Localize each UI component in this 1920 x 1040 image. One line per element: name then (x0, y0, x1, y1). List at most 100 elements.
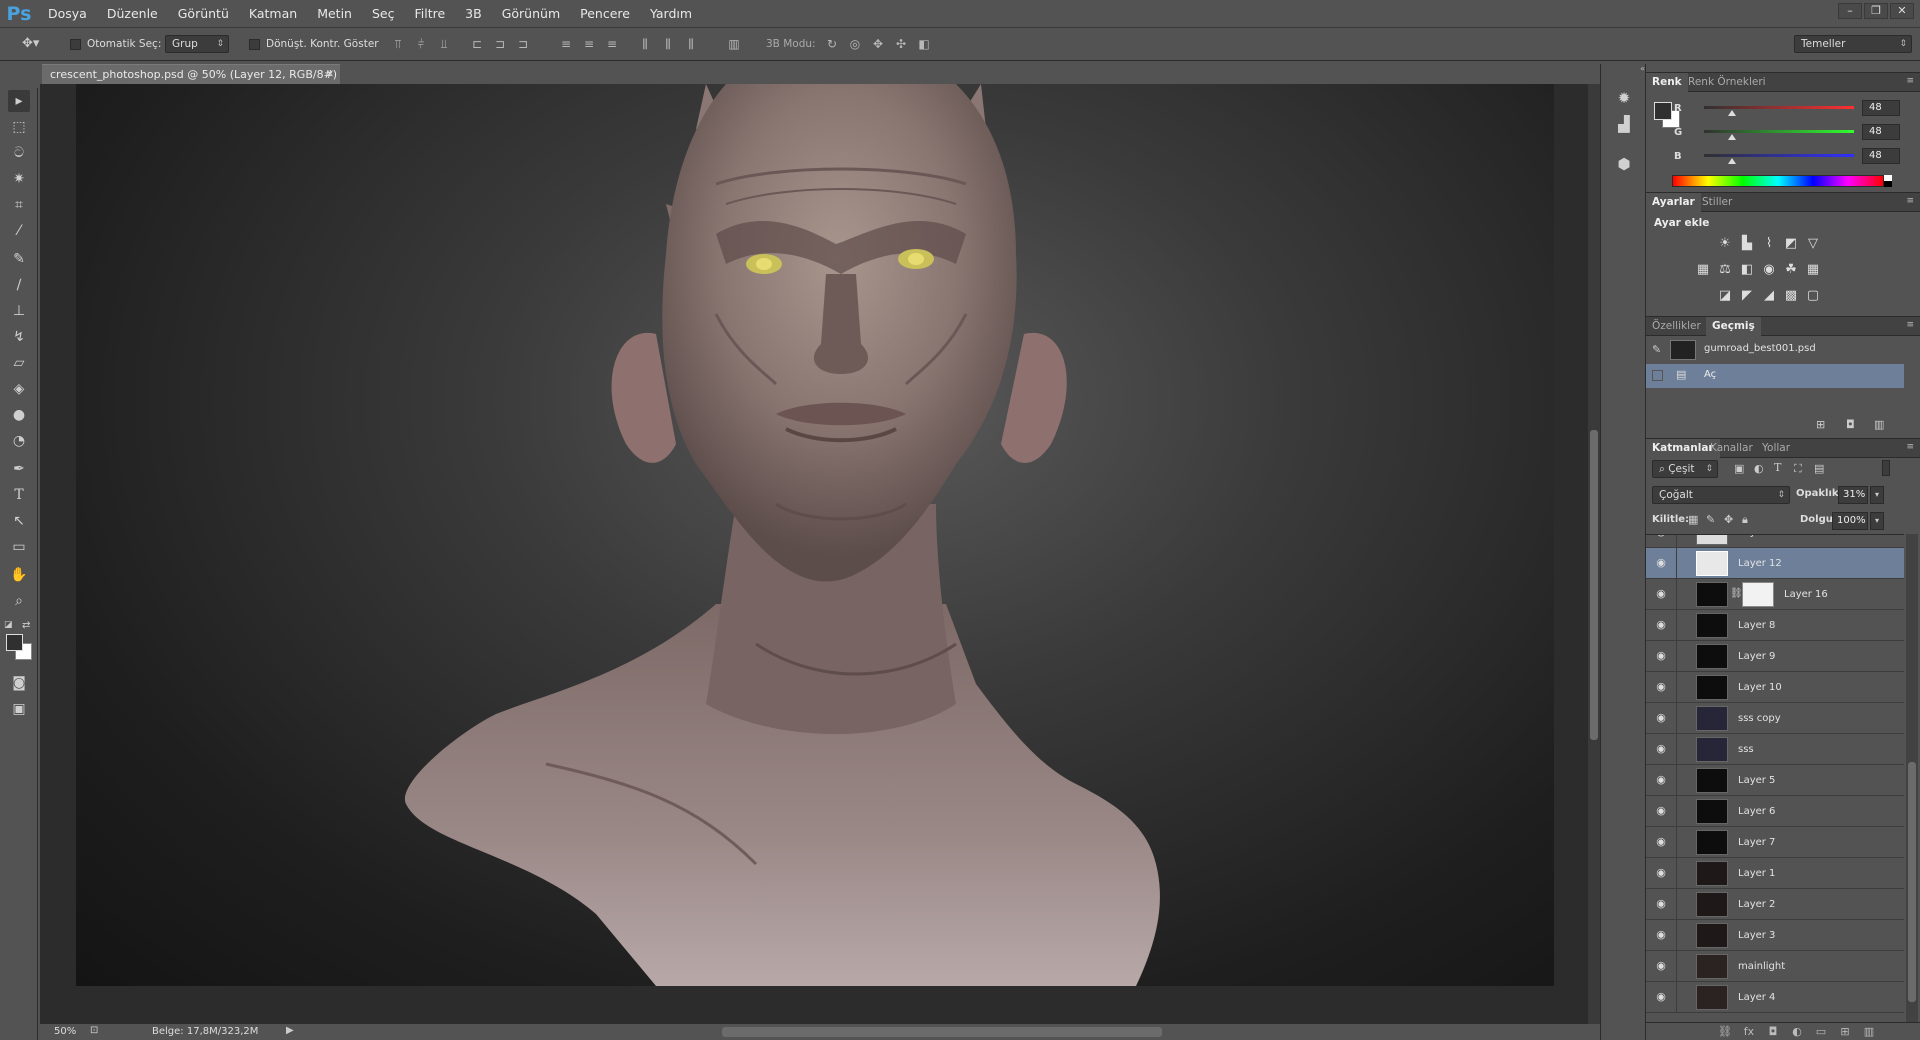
green-slider-thumb[interactable] (1728, 134, 1737, 140)
menu-3d[interactable]: 3B (455, 0, 492, 28)
collapse-arrows-icon[interactable]: « (1603, 64, 1645, 74)
history-brush-tool-icon[interactable]: ↯ (8, 326, 30, 348)
lock-all-icon[interactable]: 🔒︎ (1742, 513, 1748, 527)
hue-icon[interactable]: ▦ (1694, 262, 1712, 278)
document-canvas[interactable] (76, 84, 1554, 986)
eye-icon[interactable]: ◉ (1654, 588, 1668, 600)
exposure-icon[interactable]: ◩ (1782, 236, 1800, 252)
history-brush-source-icon[interactable]: ✎ (1652, 343, 1661, 356)
move-tool-preset-icon[interactable]: ✥▾ (22, 36, 39, 51)
balance-icon[interactable]: ⚖ (1716, 262, 1734, 278)
trash-icon[interactable]: ▥ (1874, 418, 1884, 431)
eye-icon[interactable]: ◉ (1654, 929, 1668, 941)
align-right-icon[interactable]: ⊐ (515, 37, 531, 51)
menu-type[interactable]: Metin (307, 0, 362, 28)
layer-filter-dropdown[interactable]: ⌕ Çeşit (1652, 460, 1718, 478)
blur-tool-icon[interactable]: ● (8, 404, 30, 426)
close-icon[interactable]: ✕ (1890, 3, 1914, 19)
layer-row[interactable]: ◉ mainlight (1646, 951, 1904, 982)
invert-icon[interactable]: ◪ (1716, 288, 1734, 304)
lock-pixels-icon[interactable]: ✎ (1706, 513, 1715, 526)
canvas-horizontal-scroll-thumb[interactable] (722, 1027, 1162, 1037)
menu-help[interactable]: Yardım (640, 0, 702, 28)
zoom-tool-icon[interactable]: ⌕ (8, 590, 30, 612)
eye-icon[interactable]: ◉ (1654, 743, 1668, 755)
lasso-tool-icon[interactable]: ට (8, 142, 30, 164)
dodge-tool-icon[interactable]: ◔ (8, 430, 30, 452)
close-icon[interactable]: ✕ (326, 65, 334, 85)
filter-toggle-switch[interactable] (1882, 460, 1890, 476)
filter-type-icon[interactable]: T (1774, 461, 1781, 474)
layer-row[interactable]: ◉ Layer 13 (1646, 535, 1904, 548)
eye-icon[interactable]: ◉ (1654, 898, 1668, 910)
eye-icon[interactable]: ◉ (1654, 535, 1668, 538)
filter-pixel-icon[interactable]: ▣ (1734, 462, 1744, 475)
light-source-icon[interactable]: ✹ (1613, 88, 1635, 108)
workspace-dropdown[interactable]: Temeller (1794, 35, 1912, 53)
layer-row[interactable]: ◉ Layer 9 (1646, 641, 1904, 672)
eye-icon[interactable]: ◉ (1654, 774, 1668, 786)
eye-icon[interactable]: ◉ (1654, 836, 1668, 848)
auto-select-dropdown[interactable]: Grup (165, 35, 229, 53)
red-value-field[interactable]: 48 (1862, 100, 1900, 116)
menu-layer[interactable]: Katman (239, 0, 307, 28)
menu-file[interactable]: Dosya (38, 0, 97, 28)
eye-icon[interactable]: ◉ (1654, 619, 1668, 631)
3d-cube-icon[interactable]: ⬢ (1613, 154, 1635, 174)
auto-align-icon[interactable]: ▥ (726, 37, 742, 51)
crop-tool-icon[interactable]: ⌗ (8, 194, 30, 216)
tab-history[interactable]: Geçmiş (1706, 317, 1761, 336)
new-group-icon[interactable]: ▭ (1812, 1025, 1830, 1039)
distribute-bottom-icon[interactable]: ≡ (604, 37, 620, 51)
paint-bucket-tool-icon[interactable]: ◈ (8, 378, 30, 400)
default-colors-icon[interactable]: ◪ (4, 620, 13, 630)
spectrum-black-swatch[interactable] (1884, 181, 1892, 187)
history-step-row[interactable]: ▤ Aç (1646, 364, 1904, 388)
eyedropper-tool-icon[interactable]: ⁄ (8, 220, 30, 242)
green-value-field[interactable]: 48 (1862, 124, 1900, 140)
3d-pan-icon[interactable]: ✥ (870, 37, 886, 51)
menu-edit[interactable]: Düzenle (97, 0, 168, 28)
green-slider-track[interactable] (1704, 130, 1854, 133)
layer-row[interactable]: ◉ Layer 12 (1646, 548, 1904, 579)
zoom-level[interactable]: 50% (54, 1026, 76, 1037)
color-spectrum-bar[interactable] (1672, 175, 1884, 187)
distribute-right-icon[interactable]: ⫼ (683, 37, 699, 51)
blend-mode-dropdown[interactable]: Çoğalt (1652, 486, 1790, 504)
menu-filter[interactable]: Filtre (404, 0, 455, 28)
tab-styles[interactable]: Stiller (1696, 193, 1738, 212)
red-slider-track[interactable] (1704, 106, 1854, 109)
eye-icon[interactable]: ◉ (1654, 805, 1668, 817)
panel-menu-icon[interactable]: ≡ (1906, 76, 1914, 86)
eye-icon[interactable]: ◉ (1654, 557, 1668, 569)
path-selection-tool-icon[interactable]: ↖ (8, 510, 30, 532)
color-panel-foreground-swatch[interactable] (1654, 102, 1672, 120)
blue-slider-track[interactable] (1704, 154, 1854, 157)
minimize-icon[interactable]: – (1838, 3, 1862, 19)
align-top-icon[interactable]: ⫪ (390, 37, 406, 51)
filter-shape-icon[interactable]: ⛶ (1794, 462, 1802, 476)
type-tool-icon[interactable]: T (8, 484, 30, 506)
selective-color-icon[interactable]: ▢ (1804, 288, 1822, 304)
eye-icon[interactable]: ◉ (1654, 681, 1668, 693)
healing-brush-tool-icon[interactable]: ✎ (8, 248, 30, 270)
move-tool-icon[interactable]: ▸ (8, 90, 30, 112)
distribute-vcenter-icon[interactable]: ≡ (581, 37, 597, 51)
trash-icon[interactable]: ▥ (1860, 1025, 1878, 1039)
canvas-vertical-scroll-thumb[interactable] (1590, 430, 1598, 740)
tab-swatches[interactable]: Renk Örnekleri (1682, 73, 1772, 92)
fill-field[interactable]: 100% (1832, 512, 1868, 530)
align-hcenter-icon[interactable]: ⊐ (492, 37, 508, 51)
3d-scale-icon[interactable]: ◧ (916, 37, 932, 51)
camera-snapshot-icon[interactable]: ◘ (1846, 418, 1855, 431)
layer-row[interactable]: ◉ Layer 3 (1646, 920, 1904, 951)
mixer-icon[interactable]: ☘ (1782, 262, 1800, 278)
tab-adjustments[interactable]: Ayarlar (1646, 193, 1701, 212)
eye-icon[interactable]: ◉ (1654, 991, 1668, 1003)
panel-menu-icon[interactable]: ≡ (1906, 442, 1914, 452)
align-vcenter-icon[interactable]: ⫩ (413, 37, 429, 51)
clone-stamp-tool-icon[interactable]: ⊥ (8, 300, 30, 322)
layer-row[interactable]: ◉ ⛓ Layer 16 (1646, 579, 1904, 610)
auto-select-checkbox[interactable] (70, 39, 81, 50)
status-menu-arrow-icon[interactable]: ▶ (286, 1025, 294, 1036)
